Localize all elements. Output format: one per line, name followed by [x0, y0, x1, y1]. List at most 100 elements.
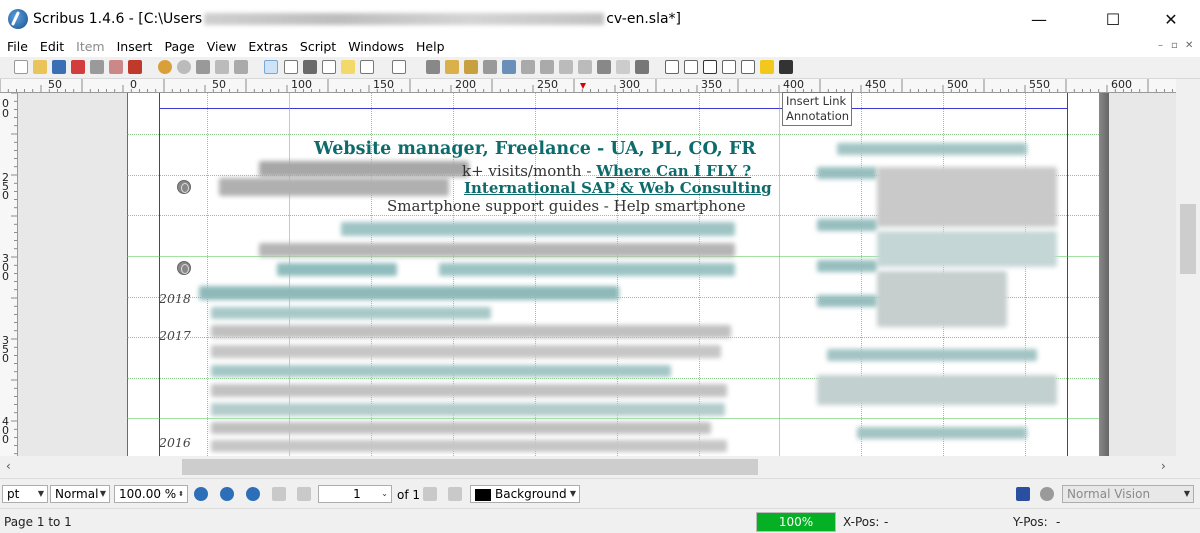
layer-select[interactable]: Background ▼: [470, 485, 580, 503]
mdi-close-button[interactable]: ✕: [1185, 40, 1193, 51]
polygon-icon[interactable]: [392, 60, 406, 74]
pdf-combobox-icon[interactable]: [722, 60, 736, 74]
blurred-text: [211, 325, 731, 338]
menu-help[interactable]: Help: [410, 38, 451, 57]
paste-icon[interactable]: [234, 60, 248, 74]
menu-view[interactable]: View: [201, 38, 243, 57]
cut-icon[interactable]: [196, 60, 210, 74]
next-page-icon[interactable]: [423, 487, 437, 501]
vertical-scroll-thumb[interactable]: [1180, 204, 1196, 274]
tooltip-line1: Insert Link: [786, 94, 847, 108]
eyedropper-icon[interactable]: [635, 60, 649, 74]
zoom-in-icon[interactable]: [246, 487, 260, 501]
ruler-label: 600: [1111, 79, 1132, 91]
vruler-label: 0: [2, 107, 9, 120]
horizontal-ruler[interactable]: 50 0 50 100 150 200 250 300 350 400 450 …: [0, 79, 1180, 93]
previous-page-icon[interactable]: [297, 487, 311, 501]
undo-icon[interactable]: [158, 60, 172, 74]
unlink-frames-icon[interactable]: [578, 60, 592, 74]
horizontal-scrollbar[interactable]: ‹ ›: [0, 456, 1200, 478]
ruler-label: 250: [537, 79, 558, 91]
pdf-button-icon[interactable]: [665, 60, 679, 74]
maximize-button[interactable]: ☐: [1090, 0, 1136, 38]
menu-insert[interactable]: Insert: [111, 38, 159, 57]
first-page-icon[interactable]: [272, 487, 286, 501]
menu-extras[interactable]: Extras: [242, 38, 294, 57]
vruler-label: 0: [2, 352, 9, 365]
preflight-icon[interactable]: [109, 60, 123, 74]
pdf-checkbox-icon[interactable]: [703, 60, 717, 74]
mdi-restore-button[interactable]: ▫: [1171, 40, 1178, 51]
pdf-text-field-icon[interactable]: [684, 60, 698, 74]
zoom-input[interactable]: 100.00 % ⬍: [114, 485, 188, 503]
close-button[interactable]: ✕: [1148, 0, 1194, 38]
menu-item[interactable]: Item: [70, 38, 110, 57]
document-page[interactable]: Website manager, Freelance - UA, PL, CO,…: [127, 93, 1109, 456]
page-number-select[interactable]: 1 ⌄: [318, 485, 392, 503]
open-document-icon[interactable]: [33, 60, 47, 74]
ypos-label: Y-Pos:: [1013, 515, 1048, 529]
rotate-icon[interactable]: [483, 60, 497, 74]
where-can-i-fly-link[interactable]: Where Can I FLY ?: [596, 162, 751, 180]
scroll-left-arrow-icon[interactable]: ‹: [6, 459, 11, 473]
table-icon[interactable]: [341, 60, 355, 74]
title-blurred-path: [204, 13, 605, 25]
shape-icon[interactable]: [360, 60, 374, 74]
redo-icon[interactable]: [177, 60, 191, 74]
zoom-out-icon[interactable]: [194, 487, 208, 501]
preview-mode-icon[interactable]: [1016, 487, 1030, 501]
link-annotation-icon[interactable]: [779, 60, 793, 74]
blurred-text: [211, 440, 727, 452]
save-icon[interactable]: [52, 60, 66, 74]
mdi-minimize-button[interactable]: –: [1158, 40, 1163, 51]
view-controls-bar: pt ▼ Normal ▼ 100.00 % ⬍ 1 ⌄ of 1 Background…: [0, 478, 1200, 508]
close-document-icon[interactable]: [71, 60, 85, 74]
sap-consulting-link[interactable]: International SAP & Web Consulting: [464, 179, 772, 197]
zoom-icon[interactable]: [502, 60, 516, 74]
text-frame-icon[interactable]: [284, 60, 298, 74]
ruler-ticks: [0, 79, 1173, 92]
freehand-icon[interactable]: [464, 60, 478, 74]
link-frames-icon[interactable]: [559, 60, 573, 74]
scroll-right-arrow-icon[interactable]: ›: [1161, 459, 1166, 473]
measure-icon[interactable]: [597, 60, 611, 74]
zoom-100-icon[interactable]: [220, 487, 234, 501]
pdf-listbox-icon[interactable]: [741, 60, 755, 74]
image-mode-select[interactable]: Normal ▼: [50, 485, 110, 503]
vertical-ruler[interactable]: 0 0 2 5 0 3 0 0 3 5 0 4 0 0: [0, 93, 18, 456]
image-frame-icon[interactable]: [303, 60, 317, 74]
export-pdf-icon[interactable]: [128, 60, 142, 74]
vertical-scrollbar[interactable]: [1176, 79, 1200, 456]
edit-text-icon[interactable]: [540, 60, 554, 74]
zoom-value: 100.00 %: [119, 487, 177, 501]
visual-appearance-icon[interactable]: [1040, 487, 1054, 501]
unit-select[interactable]: pt ▼: [2, 485, 48, 503]
bezier-icon[interactable]: [445, 60, 459, 74]
tooltip-line2: Annotation: [786, 109, 850, 123]
edit-contents-icon[interactable]: [521, 60, 535, 74]
copy-properties-icon[interactable]: [616, 60, 630, 74]
render-frame-icon[interactable]: [322, 60, 336, 74]
menu-bar: File Edit Item Insert Page View Extras S…: [0, 38, 1200, 57]
print-icon[interactable]: [90, 60, 104, 74]
smartphone-line[interactable]: Smartphone support guides - Help smartph…: [387, 197, 746, 215]
last-page-icon[interactable]: [448, 487, 462, 501]
minimize-button[interactable]: —: [1016, 0, 1062, 38]
job-heading[interactable]: Website manager, Freelance - UA, PL, CO,…: [314, 139, 756, 159]
visits-line[interactable]: k+ visits/month - Where Can I FLY ?: [462, 162, 751, 180]
new-document-icon[interactable]: [14, 60, 28, 74]
mode-value: Normal: [55, 487, 99, 501]
horizontal-scroll-thumb[interactable]: [182, 459, 758, 475]
select-item-icon[interactable]: [264, 60, 278, 74]
menu-edit[interactable]: Edit: [34, 38, 70, 57]
document-canvas[interactable]: Website manager, Freelance - UA, PL, CO,…: [18, 93, 1176, 456]
menu-file[interactable]: File: [1, 38, 34, 57]
copy-icon[interactable]: [215, 60, 229, 74]
text-annotation-icon[interactable]: [760, 60, 774, 74]
menu-windows[interactable]: Windows: [342, 38, 410, 57]
line-icon[interactable]: [426, 60, 440, 74]
menu-script[interactable]: Script: [294, 38, 342, 57]
blurred-sidebar-heading: [857, 427, 1027, 439]
menu-page[interactable]: Page: [158, 38, 200, 57]
vision-select[interactable]: Normal Vision ▼: [1062, 485, 1194, 503]
